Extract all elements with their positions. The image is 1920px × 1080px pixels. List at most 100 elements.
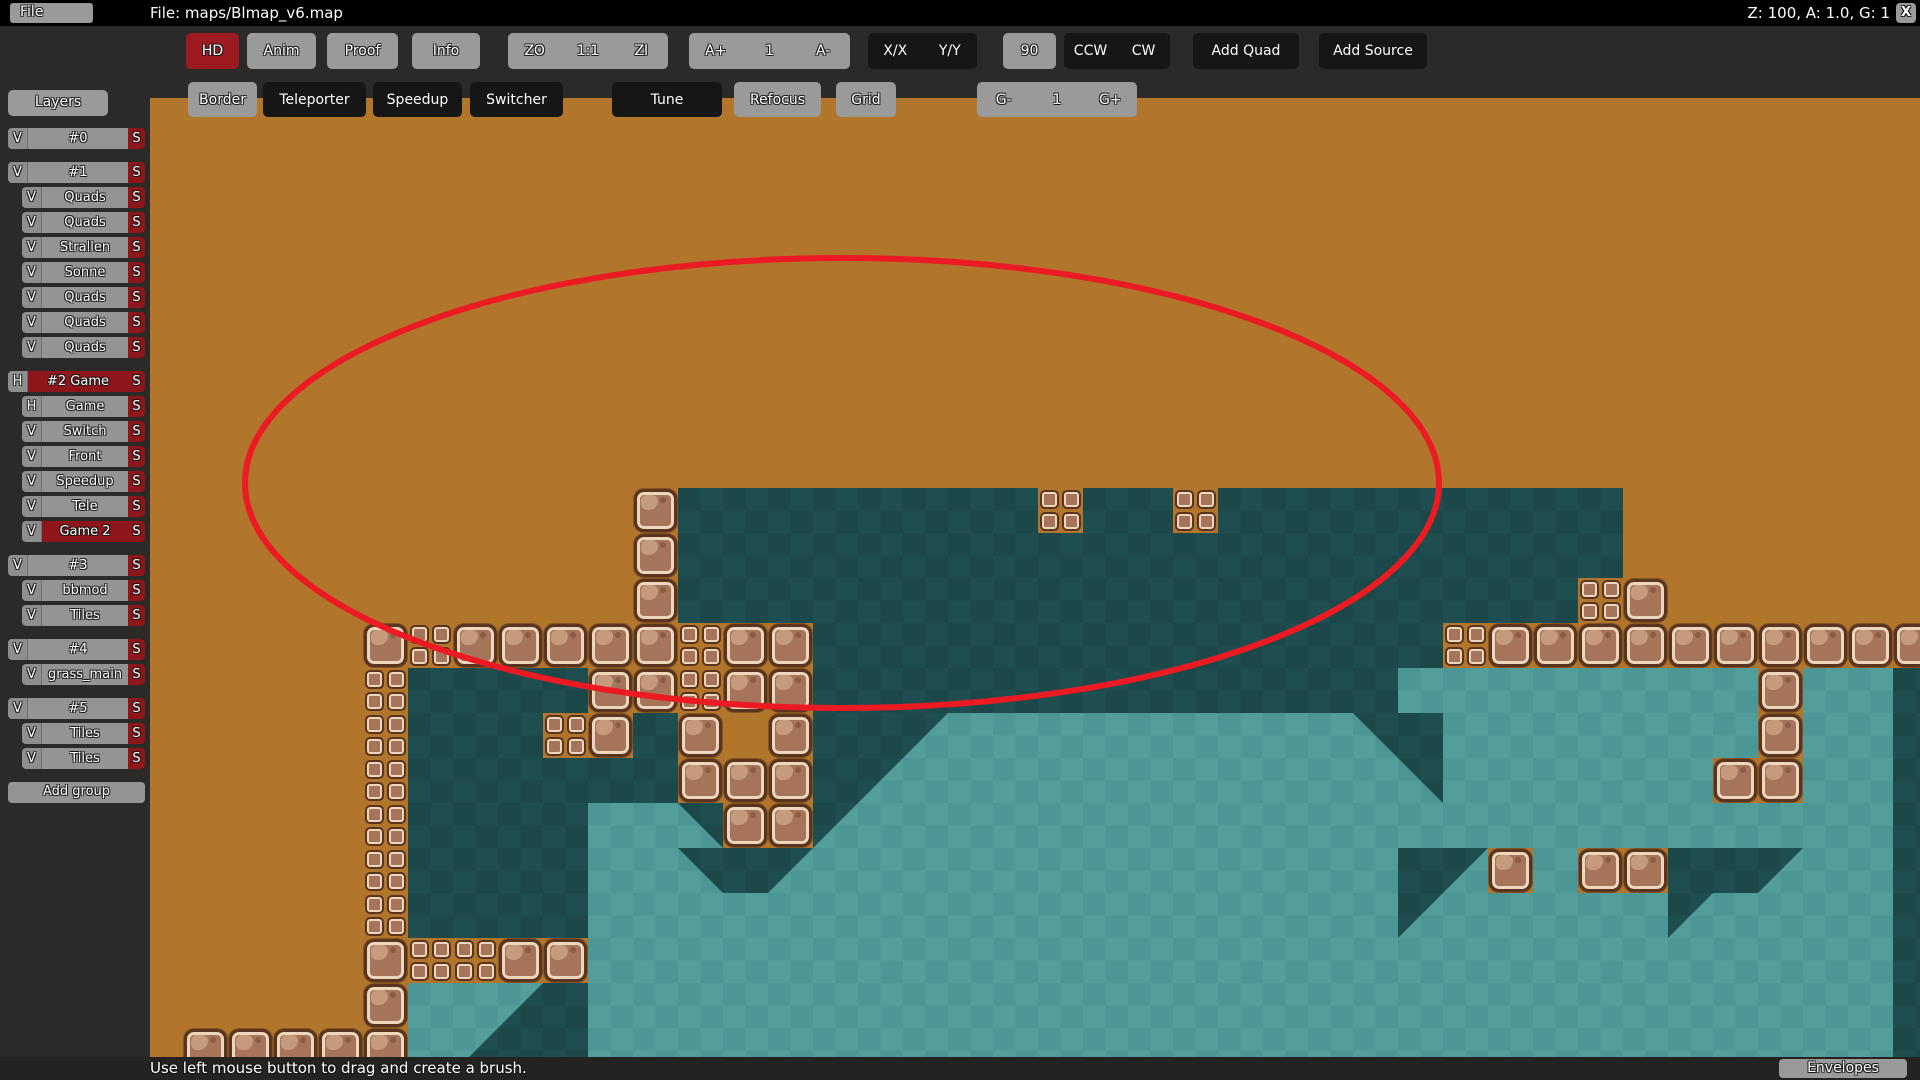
sidebar-layer-row[interactable]: VTilesS	[22, 605, 145, 626]
layer-label[interactable]: Quads	[42, 337, 128, 358]
visibility-toggle[interactable]: H	[8, 371, 28, 392]
shadow-toggle[interactable]: S	[128, 555, 145, 576]
sidebar-layer-row[interactable]: VQuadsS	[22, 287, 145, 308]
shadow-toggle[interactable]: S	[128, 312, 145, 333]
shadow-toggle[interactable]: S	[128, 521, 145, 542]
sidebar-layer-row[interactable]: VQuadsS	[22, 187, 145, 208]
file-menu-button[interactable]: File	[10, 3, 93, 23]
sidebar-layer-row[interactable]: HGameS	[22, 396, 145, 417]
layer-label[interactable]: #2 Game	[28, 371, 128, 392]
shadow-toggle[interactable]: S	[128, 605, 145, 626]
shadow-toggle[interactable]: S	[128, 212, 145, 233]
visibility-toggle[interactable]: V	[22, 337, 42, 358]
toolbar-button-anim[interactable]: Anim	[247, 33, 316, 69]
toolbar-button-tune[interactable]: Tune	[612, 82, 722, 117]
layer-label[interactable]: Tiles	[42, 748, 128, 769]
close-icon[interactable]: X	[1896, 3, 1916, 23]
toolbar-button-speedup[interactable]: Speedup	[373, 82, 462, 117]
sidebar-layer-row[interactable]: VQuadsS	[22, 212, 145, 233]
sidebar-layer-row[interactable]: VGame 2S	[22, 521, 145, 542]
sidebar-layer-row[interactable]: VTilesS	[22, 723, 145, 744]
layer-label[interactable]: Switch	[42, 421, 128, 442]
sidebar-layer-row[interactable]: VTilesS	[22, 748, 145, 769]
shadow-toggle[interactable]: S	[128, 580, 145, 601]
visibility-toggle[interactable]: V	[22, 421, 42, 442]
sidebar-group-row[interactable]: H#2 GameS	[8, 371, 145, 392]
map-canvas[interactable]	[150, 98, 1920, 1057]
layer-label[interactable]: #3	[28, 555, 128, 576]
envelopes-button[interactable]: Envelopes	[1779, 1059, 1907, 1078]
layer-label[interactable]: Quads	[42, 187, 128, 208]
layer-label[interactable]: Game	[42, 396, 128, 417]
toolbar-button-g-[interactable]: G-	[977, 82, 1030, 117]
layer-label[interactable]: grass_main	[42, 664, 128, 685]
toolbar-button-add-quad[interactable]: Add Quad	[1193, 33, 1299, 69]
layer-label[interactable]: Quads	[42, 287, 128, 308]
shadow-toggle[interactable]: S	[128, 421, 145, 442]
layer-label[interactable]: #5	[28, 698, 128, 719]
sidebar-group-row[interactable]: V#3S	[8, 555, 145, 576]
toolbar-button-1[interactable]: 1	[743, 33, 797, 69]
layer-label[interactable]: #4	[28, 639, 128, 660]
shadow-toggle[interactable]: S	[128, 396, 145, 417]
visibility-toggle[interactable]: V	[22, 748, 42, 769]
shadow-toggle[interactable]: S	[128, 162, 145, 183]
shadow-toggle[interactable]: S	[128, 748, 145, 769]
visibility-toggle[interactable]: V	[8, 639, 28, 660]
sidebar-layer-row[interactable]: VSwitchS	[22, 421, 145, 442]
sidebar-layer-row[interactable]: VFrontS	[22, 446, 145, 467]
shadow-toggle[interactable]: S	[128, 446, 145, 467]
shadow-toggle[interactable]: S	[128, 723, 145, 744]
shadow-toggle[interactable]: S	[128, 698, 145, 719]
layer-label[interactable]: Tiles	[42, 605, 128, 626]
shadow-toggle[interactable]: S	[128, 664, 145, 685]
add-group-button[interactable]: Add group	[8, 782, 145, 803]
sidebar-layer-row[interactable]: VSpeedupS	[22, 471, 145, 492]
layer-label[interactable]: Sonne	[42, 262, 128, 283]
visibility-toggle[interactable]: V	[22, 605, 42, 626]
layer-label[interactable]: Strallen	[42, 237, 128, 258]
shadow-toggle[interactable]: S	[128, 471, 145, 492]
toolbar-button-add-source[interactable]: Add Source	[1319, 33, 1427, 69]
toolbar-button-hd[interactable]: HD	[186, 33, 239, 69]
visibility-toggle[interactable]: H	[22, 396, 42, 417]
shadow-toggle[interactable]: S	[128, 262, 145, 283]
toolbar-button-border[interactable]: Border	[188, 82, 257, 117]
shadow-toggle[interactable]: S	[128, 337, 145, 358]
layer-label[interactable]: Quads	[42, 312, 128, 333]
shadow-toggle[interactable]: S	[128, 237, 145, 258]
visibility-toggle[interactable]: V	[22, 237, 42, 258]
sidebar-layer-row[interactable]: VQuadsS	[22, 337, 145, 358]
layer-label[interactable]: bbmod	[42, 580, 128, 601]
toolbar-button-a-[interactable]: A-	[796, 33, 850, 69]
toolbar-button-zi[interactable]: ZI	[615, 33, 668, 69]
toolbar-button-zo[interactable]: ZO	[508, 33, 561, 69]
toolbar-button-90[interactable]: 90	[1003, 33, 1056, 69]
sidebar-layer-row[interactable]: VTeleS	[22, 496, 145, 517]
layer-label[interactable]: Front	[42, 446, 128, 467]
visibility-toggle[interactable]: V	[22, 187, 42, 208]
layer-label[interactable]: #1	[28, 162, 128, 183]
sidebar-layer-row[interactable]: Vgrass_mainS	[22, 664, 145, 685]
layer-label[interactable]: Quads	[42, 212, 128, 233]
shadow-toggle[interactable]: S	[128, 187, 145, 208]
layer-label[interactable]: Game 2	[42, 521, 128, 542]
toolbar-button-g+[interactable]: G+	[1084, 82, 1137, 117]
sidebar-layer-row[interactable]: VbbmodS	[22, 580, 145, 601]
sidebar-group-row[interactable]: V#1S	[8, 162, 145, 183]
layer-label[interactable]: Tele	[42, 496, 128, 517]
visibility-toggle[interactable]: V	[22, 521, 42, 542]
toolbar-button-1:1[interactable]: 1:1	[561, 33, 614, 69]
toolbar-button-grid[interactable]: Grid	[836, 82, 896, 117]
toolbar-button-1[interactable]: 1	[1030, 82, 1083, 117]
toolbar-button-info[interactable]: Info	[412, 33, 480, 69]
visibility-toggle[interactable]: V	[22, 446, 42, 467]
layer-label[interactable]: Tiles	[42, 723, 128, 744]
sidebar-layer-row[interactable]: VStrallenS	[22, 237, 145, 258]
toolbar-button-yy[interactable]: Y/Y	[923, 33, 978, 69]
visibility-toggle[interactable]: V	[8, 555, 28, 576]
visibility-toggle[interactable]: V	[22, 496, 42, 517]
toolbar-button-ccw[interactable]: CCW	[1064, 33, 1117, 69]
shadow-toggle[interactable]: S	[128, 128, 145, 149]
toolbar-button-xx[interactable]: X/X	[868, 33, 923, 69]
